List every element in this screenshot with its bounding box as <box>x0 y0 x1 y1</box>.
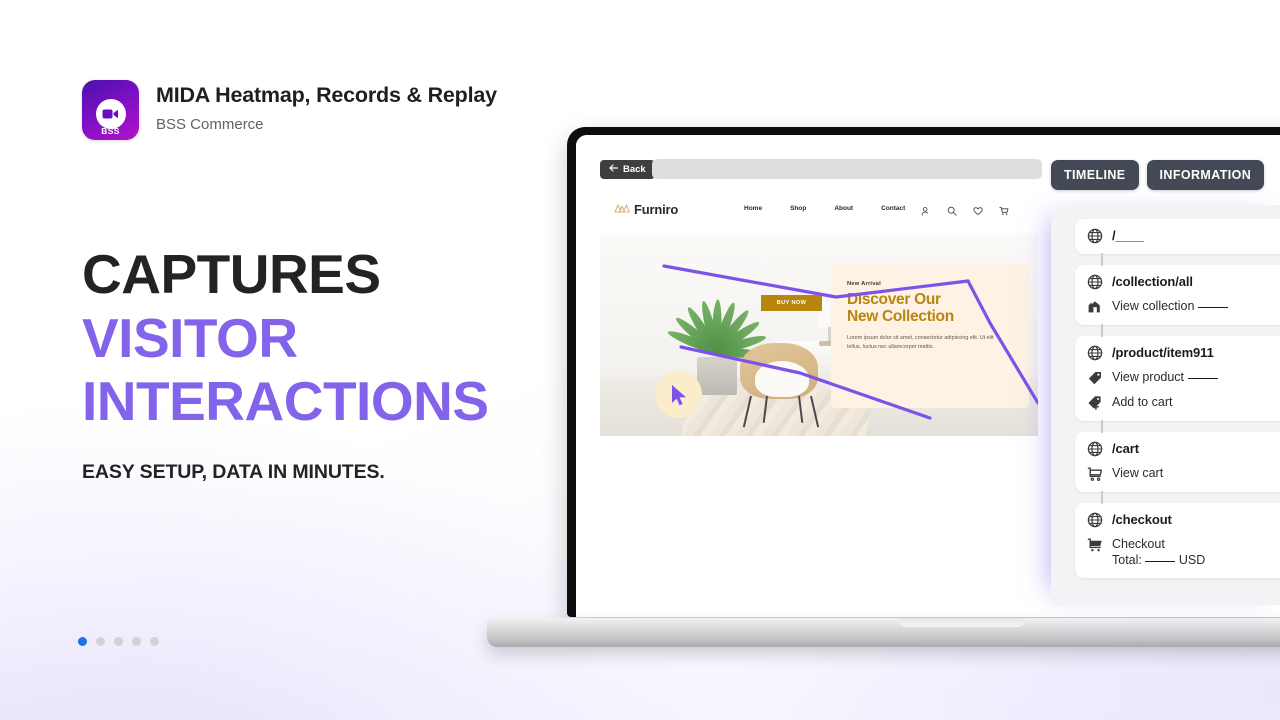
back-button[interactable]: Back <box>600 160 655 179</box>
timeline-url: /cart <box>1112 441 1139 456</box>
globe-icon <box>1087 512 1103 528</box>
tag-plus-icon <box>1087 395 1103 411</box>
timeline-group[interactable]: /collection/all View collection <box>1075 253 1280 325</box>
headline-line-1: CAPTURES <box>82 243 381 305</box>
globe-icon <box>1087 441 1103 457</box>
checkout-label: Checkout <box>1112 537 1165 551</box>
cart-icon[interactable] <box>999 203 1009 221</box>
timeline-group[interactable]: /cart View cart <box>1075 420 1280 492</box>
hero-eyebrow: New Arrival <box>847 281 881 287</box>
hero-title-line-1: Discover Our <box>847 291 941 308</box>
laptop-base <box>487 618 1280 647</box>
hero-card: BUY NOW New Arrival Discover Our New Col… <box>761 264 1029 408</box>
timeline-event-label: View cart <box>1112 466 1164 480</box>
site-brand-label: Furniro <box>634 201 679 217</box>
timeline-event-row: View cart <box>1087 466 1279 482</box>
nav-item-about[interactable]: About <box>834 205 853 212</box>
checkout-total: Total: USD <box>1112 552 1206 567</box>
timeline-event-row: View collection <box>1087 299 1279 315</box>
globe-icon <box>1087 228 1103 244</box>
carousel-dot-1[interactable] <box>78 637 87 646</box>
room-chair-cushion <box>755 361 809 397</box>
subheadline: EASY SETUP, DATA IN MINUTES. <box>82 461 385 483</box>
nav-item-contact[interactable]: Contact <box>881 205 905 212</box>
site-header: Furniro Home Shop About Contact <box>576 193 1046 229</box>
timeline-card[interactable]: /checkout Checkout Total: USD <box>1075 503 1280 579</box>
timeline-card[interactable]: /cart View cart <box>1075 432 1280 492</box>
timeline-group[interactable]: /product/item911 View product Add to car… <box>1075 324 1280 421</box>
site-header-icons[interactable] <box>921 203 1009 221</box>
timeline-event-label: Add to cart <box>1112 395 1173 409</box>
carousel-dot-3[interactable] <box>114 637 123 646</box>
storefront-icon <box>1087 299 1103 315</box>
timeline-url-row: /checkout <box>1087 512 1279 528</box>
user-icon[interactable] <box>921 203 931 221</box>
timeline-url-row: /cart <box>1087 441 1279 457</box>
timeline-url: /checkout <box>1112 512 1172 527</box>
timeline-url-row: /product/item911 <box>1087 345 1279 361</box>
globe-icon <box>1087 274 1103 290</box>
timeline-card[interactable]: /product/item911 View product Add to car… <box>1075 336 1280 421</box>
carousel-dot-4[interactable] <box>132 637 141 646</box>
back-button-label: Back <box>623 164 646 175</box>
video-camera-icon <box>95 99 126 129</box>
arrow-left-icon <box>609 164 619 175</box>
tag-icon <box>1087 370 1103 386</box>
laptop-notch <box>898 618 1026 627</box>
headline-block: CAPTURES VISITOR INTERACTIONS <box>82 243 489 434</box>
headline-line-3: INTERACTIONS <box>82 370 489 433</box>
timeline-connector <box>1101 491 1103 504</box>
hero-title: Discover Our New Collection <box>847 291 1013 326</box>
mouse-cursor-icon <box>670 384 689 412</box>
timeline-url: /product/item911 <box>1112 345 1214 360</box>
carousel-dot-5[interactable] <box>150 637 159 646</box>
site-brand[interactable]: Furniro <box>614 200 678 218</box>
timeline-event-row: Add to cart <box>1087 395 1279 411</box>
timeline-tabs[interactable]: TIMELINE INFORMATION <box>1051 160 1265 190</box>
timeline-connector <box>1101 324 1103 337</box>
search-icon[interactable] <box>947 203 957 221</box>
buy-now-button[interactable]: BUY NOW <box>761 295 822 311</box>
timeline-connector <box>1101 253 1103 266</box>
timeline-event-row: View product <box>1087 370 1279 386</box>
marketing-panel: BSS MIDA Heatmap, Records & Replay BSS C… <box>0 0 560 720</box>
timeline-group[interactable]: /____ <box>1075 219 1280 254</box>
nav-item-home[interactable]: Home <box>744 205 762 212</box>
globe-icon <box>1087 345 1103 361</box>
cart-outline-icon <box>1087 466 1103 482</box>
timeline-group[interactable]: /checkout Checkout Total: USD <box>1075 491 1280 579</box>
tab-information[interactable]: INFORMATION <box>1146 160 1265 190</box>
timeline-card[interactable]: /____ <box>1075 219 1280 254</box>
url-bar[interactable] <box>652 159 1042 179</box>
timeline-event-row: Checkout Total: USD <box>1087 537 1279 568</box>
nav-item-shop[interactable]: Shop <box>790 205 806 212</box>
timeline-event-label: Checkout Total: USD <box>1112 537 1205 568</box>
app-vendor: BSS Commerce <box>156 115 264 133</box>
mountain-logo-icon <box>614 200 631 218</box>
timeline-url: /collection/all <box>1112 274 1193 289</box>
room-plant-pot <box>697 357 737 395</box>
site-nav[interactable]: Home Shop About Contact <box>744 205 905 212</box>
tab-timeline[interactable]: TIMELINE <box>1051 160 1139 190</box>
timeline-event-label: View product <box>1112 370 1218 386</box>
hero-body-text: Lorem ipsum dolor sit amet, consectetur … <box>847 334 994 350</box>
carousel-dot-2[interactable] <box>96 637 105 646</box>
heart-icon[interactable] <box>973 203 983 221</box>
headline-line-2: VISITOR <box>82 306 298 369</box>
timeline-url: /____ <box>1112 228 1145 243</box>
carousel-dots[interactable] <box>78 637 159 646</box>
timeline-url-row: /____ <box>1087 228 1279 244</box>
timeline-event-label: View collection <box>1112 299 1228 315</box>
app-identity: BSS MIDA Heatmap, Records & Replay BSS C… <box>82 80 497 140</box>
app-logo-badge: BSS <box>101 126 120 136</box>
timeline-url-row: /collection/all <box>1087 274 1279 290</box>
hero-banner: BUY NOW New Arrival Discover Our New Col… <box>600 233 1038 436</box>
cart-filled-icon <box>1087 537 1103 553</box>
app-logo: BSS <box>82 80 139 140</box>
hero-title-line-2: New Collection <box>847 308 954 326</box>
timeline-card[interactable]: /collection/all View collection <box>1075 265 1280 325</box>
timeline-connector <box>1101 420 1103 433</box>
timeline-panel: /____ /collection/all View collection /p… <box>1051 205 1280 605</box>
app-title: MIDA Heatmap, Records & Replay <box>156 83 497 107</box>
